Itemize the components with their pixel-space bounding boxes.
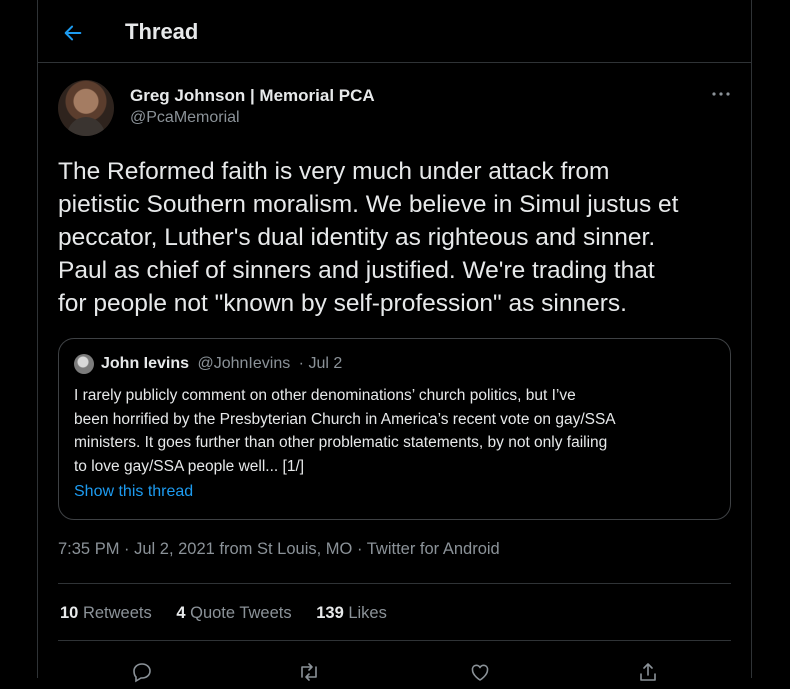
retweets-label: Retweets	[82, 604, 152, 622]
divider	[58, 583, 731, 584]
likes-stat[interactable]: 139 Likes	[316, 604, 387, 622]
quote-date: · Jul 2	[298, 355, 343, 372]
more-icon	[712, 92, 730, 96]
quote-header: John Ievins @JohnIevins · Jul 2	[101, 354, 342, 374]
page-title: Thread	[125, 19, 199, 44]
action-bar	[38, 652, 751, 683]
thread-header: Thread	[38, 0, 751, 63]
quote-tweets-label: Quote Tweets	[190, 604, 292, 622]
author-name[interactable]: Greg Johnson | Memorial PCA	[130, 86, 375, 106]
engagement-stats: 10 Retweets 4 Quote Tweets 139 Likes	[60, 604, 407, 623]
quote-author-name: John Ievins	[101, 355, 190, 372]
quote-author-handle: @JohnIevins	[197, 355, 291, 372]
tweet-text: The Reformed faith is very much under at…	[58, 158, 679, 317]
quote-avatar	[74, 354, 94, 374]
reply-button[interactable]	[130, 660, 154, 684]
retweet-button[interactable]	[297, 660, 321, 684]
author-handle[interactable]: @PcaMemorial	[130, 109, 240, 127]
back-arrow-icon	[64, 25, 82, 41]
quote-text: I rarely publicly comment on other denom…	[74, 387, 616, 475]
retweets-stat[interactable]: 10 Retweets	[60, 604, 152, 622]
share-button[interactable]	[636, 660, 660, 684]
quote-tweets-count: 4	[176, 604, 186, 622]
back-button[interactable]	[58, 18, 88, 48]
likes-label: Likes	[348, 604, 387, 622]
retweet-icon	[301, 663, 317, 681]
thread-column: Thread Greg Johnson | Memorial PCA @PcaM…	[37, 0, 752, 683]
divider	[58, 640, 731, 641]
more-button[interactable]	[704, 82, 738, 104]
like-button[interactable]	[468, 660, 492, 684]
show-thread-link[interactable]: Show this thread	[74, 483, 193, 501]
likes-count: 139	[316, 604, 344, 622]
retweets-count: 10	[60, 604, 79, 622]
quoted-tweet[interactable]: John Ievins @JohnIevins · Jul 2 I rarely…	[58, 338, 731, 520]
quote-tweets-stat[interactable]: 4 Quote Tweets	[176, 604, 291, 622]
share-icon	[640, 663, 656, 681]
like-icon	[471, 664, 489, 681]
avatar[interactable]	[58, 80, 114, 136]
tweet-timestamp[interactable]: 7:35 PM · Jul 2, 2021 from St Louis, MO …	[58, 540, 500, 559]
reply-icon	[133, 663, 151, 683]
